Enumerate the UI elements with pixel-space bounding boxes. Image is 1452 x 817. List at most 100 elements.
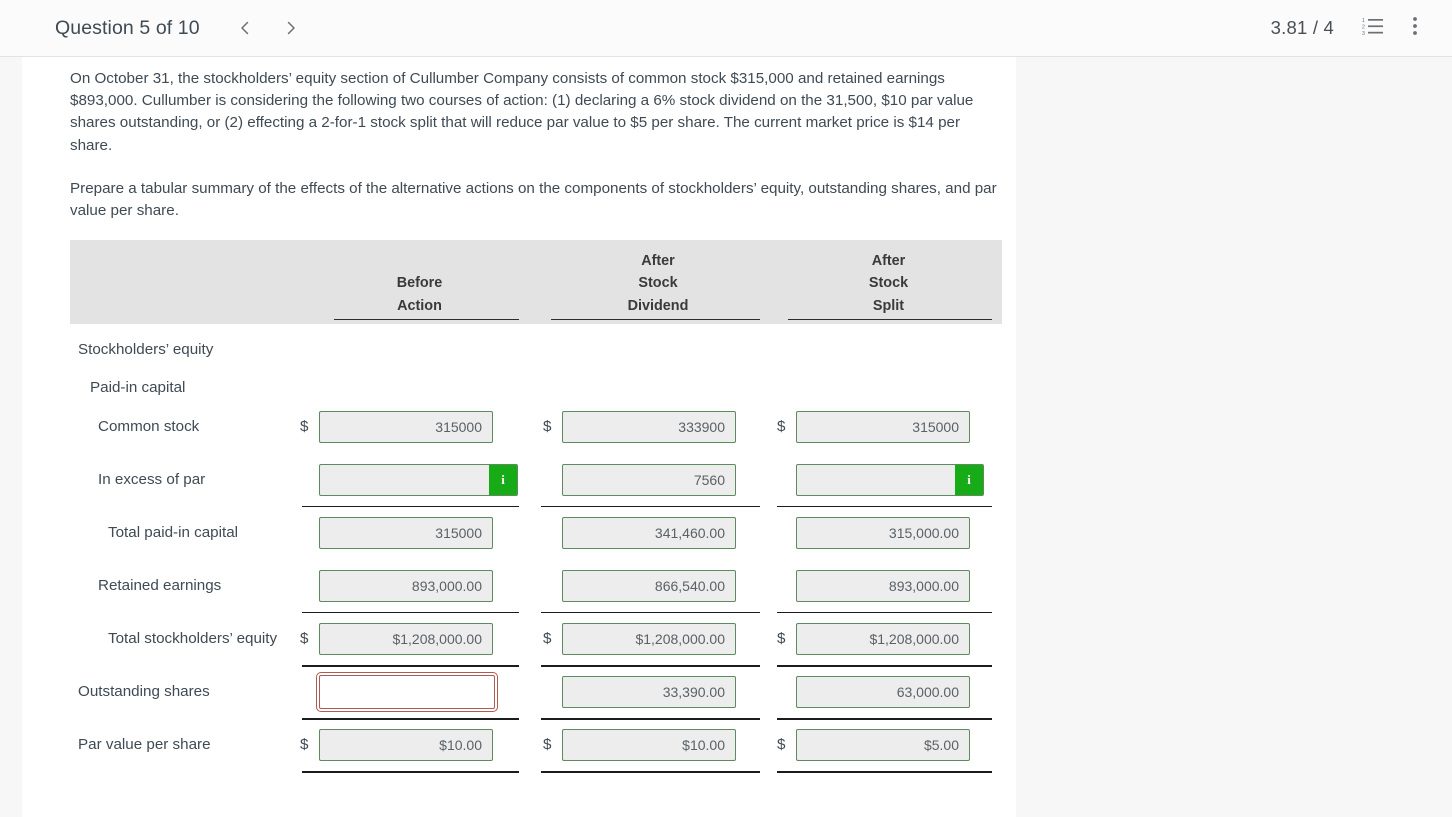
separator-line xyxy=(302,612,519,613)
row-label-paid-in-capital: Paid-in capital xyxy=(90,379,186,396)
currency-symbol: $ xyxy=(543,418,552,435)
cell-total-paid-in-capital-after-split: $ 315,000.00 xyxy=(775,516,1002,549)
separator-line xyxy=(541,506,760,507)
svg-text:1: 1 xyxy=(1362,18,1365,24)
row-label-par-value-per-share: Par value per share xyxy=(78,736,211,753)
column-header-after-stock-dividend: After Stock Dividend xyxy=(541,250,775,324)
input-total-paid-in-capital-after-split[interactable]: 315,000.00 xyxy=(796,516,970,549)
input-total-paid-in-capital-after-dividend[interactable]: 341,460.00 xyxy=(562,516,736,549)
input-retained-earnings-before-action[interactable]: 893,000.00 xyxy=(319,569,493,602)
input-par-value-after-split[interactable]: $5.00 xyxy=(796,728,970,761)
separator-line xyxy=(777,665,992,667)
separator-line xyxy=(302,506,519,507)
input-retained-earnings-after-split[interactable]: 893,000.00 xyxy=(796,569,970,602)
cell-total-stockholders-equity-after-dividend: $ $1,208,000.00 xyxy=(541,622,775,655)
input-common-stock-before-action[interactable]: 315000 xyxy=(319,410,493,443)
input-total-paid-in-capital-before-action[interactable]: 315000 xyxy=(319,516,493,549)
currency-symbol: $ xyxy=(541,471,562,488)
table-row: Total paid-in capital $ 315000 $ 341,460… xyxy=(70,506,1002,559)
currency-symbol: $ xyxy=(300,630,309,647)
table-row: Common stock $ 315000 $ 333900 $ 315000 xyxy=(70,400,1002,453)
currency-symbol: $ xyxy=(775,577,796,594)
currency-symbol: $ xyxy=(300,736,309,753)
row-label-outstanding-shares: Outstanding shares xyxy=(78,683,210,700)
table-row: Total stockholders’ equity $ $1,208,000.… xyxy=(70,612,1002,665)
question-counter: Question 5 of 10 xyxy=(55,16,200,39)
input-outstanding-shares-before-action[interactable] xyxy=(316,671,498,712)
currency-symbol: $ xyxy=(543,736,552,753)
input-par-value-after-dividend[interactable]: $10.00 xyxy=(562,728,736,761)
column-header-line-3: Action xyxy=(397,297,442,314)
table-row: Stockholders’ equity xyxy=(70,324,1002,362)
cell-par-value-after-dividend: $ $10.00 xyxy=(541,728,775,761)
input-common-stock-after-split[interactable]: 315000 xyxy=(796,410,970,443)
input-outstanding-shares-after-dividend[interactable]: 33,390.00 xyxy=(562,675,736,708)
input-retained-earnings-after-dividend[interactable]: 866,540.00 xyxy=(562,569,736,602)
separator-line xyxy=(302,718,519,720)
column-header-line-1: After xyxy=(641,253,675,270)
currency-symbol: $ xyxy=(543,630,552,647)
column-header-underline xyxy=(788,319,992,320)
currency-symbol: $ xyxy=(775,471,796,488)
currency-symbol: $ xyxy=(777,418,786,435)
input-in-excess-of-par-after-dividend[interactable]: 7560 xyxy=(562,463,736,496)
cell-in-excess-of-par-before-action: $ i xyxy=(298,463,541,496)
cell-retained-earnings-after-dividend: $ 866,540.00 xyxy=(541,569,775,602)
separator-line xyxy=(777,771,992,773)
svg-text:2: 2 xyxy=(1362,24,1365,30)
cell-common-stock-before-action: $ 315000 xyxy=(298,410,541,443)
column-header-line-2: Stock xyxy=(868,275,909,292)
separator-line xyxy=(777,612,992,613)
currency-symbol: $ xyxy=(775,683,796,700)
separator-line xyxy=(302,771,519,773)
cell-outstanding-shares-before-action: $ xyxy=(298,671,541,712)
cell-in-excess-of-par-after-dividend: $ 7560 xyxy=(541,463,775,496)
question-paragraph-2: Prepare a tabular summary of the effects… xyxy=(70,180,997,220)
cell-total-paid-in-capital-after-dividend: $ 341,460.00 xyxy=(541,516,775,549)
input-total-stockholders-equity-before-action[interactable]: $1,208,000.00 xyxy=(319,622,493,655)
currency-symbol: $ xyxy=(775,524,796,541)
separator-line xyxy=(541,718,760,720)
currency-symbol: $ xyxy=(541,577,562,594)
row-label-total-paid-in-capital: Total paid-in capital xyxy=(108,524,239,541)
question-panel: On October 31, the stockholders’ equity … xyxy=(22,57,1016,817)
input-in-excess-of-par-before-action[interactable]: i xyxy=(319,463,518,496)
cell-retained-earnings-after-split: $ 893,000.00 xyxy=(775,569,1002,602)
column-header-underline xyxy=(551,319,760,320)
currency-symbol: $ xyxy=(298,577,319,594)
input-total-stockholders-equity-after-dividend[interactable]: $1,208,000.00 xyxy=(562,622,736,655)
currency-symbol: $ xyxy=(541,524,562,541)
cell-outstanding-shares-after-dividend: $ 33,390.00 xyxy=(541,675,775,708)
currency-symbol: $ xyxy=(300,418,309,435)
chevron-left-icon[interactable] xyxy=(236,19,254,37)
cell-in-excess-of-par-after-split: $ i xyxy=(775,463,1002,496)
cell-retained-earnings-before-action: $ 893,000.00 xyxy=(298,569,541,602)
right-gutter xyxy=(1016,57,1452,817)
row-label-total-stockholders-equity: Total stockholders’ equity xyxy=(108,630,278,647)
row-label-stockholders-equity: Stockholders’ equity xyxy=(78,341,214,358)
info-badge-icon[interactable]: i xyxy=(489,464,517,495)
column-header-underline xyxy=(334,319,519,320)
column-header-line-1: After xyxy=(871,253,906,270)
stockholders-equity-table: Before Action After Stock Dividend After… xyxy=(70,240,1002,773)
input-par-value-before-action[interactable]: $10.00 xyxy=(319,728,493,761)
table-row: Par value per share $ $10.00 $ $10.00 $ … xyxy=(70,718,1002,771)
currency-symbol: $ xyxy=(298,471,319,488)
column-header-after-stock-split: After Stock Split xyxy=(775,250,1002,324)
row-label-in-excess-of-par: In excess of par xyxy=(98,471,206,488)
more-vertical-icon[interactable] xyxy=(1412,15,1418,42)
input-common-stock-after-dividend[interactable]: 333900 xyxy=(562,410,736,443)
table-row: Retained earnings $ 893,000.00 $ 866,540… xyxy=(70,559,1002,612)
input-total-stockholders-equity-after-split[interactable]: $1,208,000.00 xyxy=(796,622,970,655)
column-header-line-2: Stock xyxy=(638,275,678,292)
cell-common-stock-after-dividend: $ 333900 xyxy=(541,410,775,443)
input-outstanding-shares-after-split[interactable]: 63,000.00 xyxy=(796,675,970,708)
chevron-right-icon[interactable] xyxy=(282,19,300,37)
row-label-common-stock: Common stock xyxy=(98,418,200,435)
info-badge-icon[interactable]: i xyxy=(955,464,983,495)
numbered-list-icon[interactable]: 1 2 3 xyxy=(1362,15,1384,42)
separator-line xyxy=(302,665,519,667)
separator-line xyxy=(541,612,760,613)
input-in-excess-of-par-after-split[interactable]: i xyxy=(796,463,984,496)
separator-line xyxy=(541,665,760,667)
